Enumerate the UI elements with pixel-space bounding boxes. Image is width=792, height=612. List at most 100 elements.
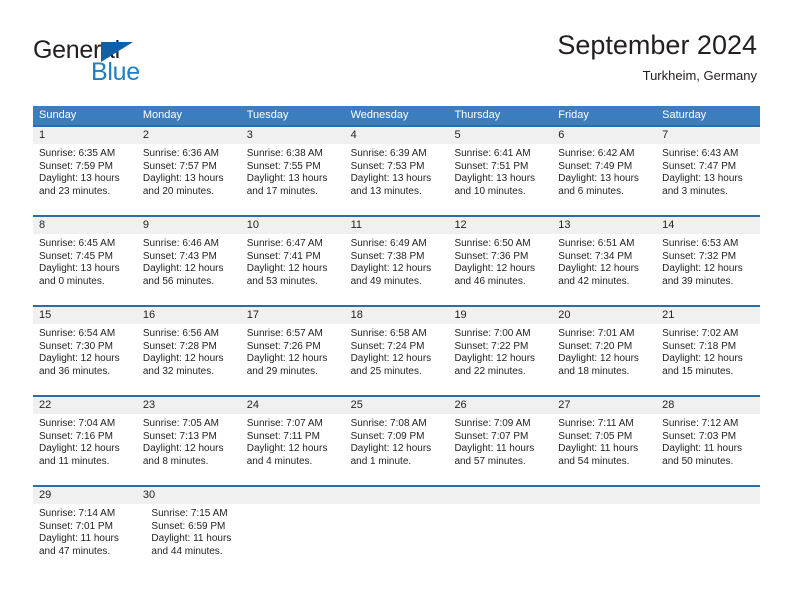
weekday-header-friday: Friday — [558, 109, 589, 121]
calendar-table: Sunday Monday Tuesday Wednesday Thursday… — [33, 106, 760, 575]
day-number[interactable]: 20 — [552, 307, 656, 324]
day-number[interactable]: 7 — [656, 127, 760, 144]
day-cell[interactable]: Sunrise: 7:09 AM Sunset: 7:07 PM Dayligh… — [448, 414, 552, 485]
sunrise-text: Sunrise: 6:54 AM — [39, 328, 116, 339]
day-number[interactable]: 5 — [448, 127, 552, 144]
daylight-text-line1: Daylight: 12 hours — [662, 263, 743, 275]
sunrise-text: Sunrise: 6:56 AM — [142, 328, 220, 339]
day-cell-empty — [660, 504, 760, 575]
week-row: 8 9 10 11 12 13 14 Sunrise: 6:45 AM Suns… — [33, 215, 760, 305]
generalblue-logo[interactable]: General Blue — [33, 36, 253, 88]
day-number[interactable]: 13 — [552, 217, 656, 234]
day-cell[interactable]: Sunrise: 6:53 AM Sunset: 7:32 PM Dayligh… — [656, 234, 760, 305]
week-row: 22 23 24 25 26 27 28 Sunrise: 7:04 AM Su… — [33, 395, 760, 485]
day-number[interactable]: 11 — [345, 217, 449, 234]
sunset-text: Sunset: 7:51 PM — [454, 160, 529, 172]
day-number[interactable]: 1 — [33, 127, 137, 144]
daylight-text-line1: Daylight: 12 hours — [350, 353, 432, 365]
day-number[interactable]: 16 — [137, 307, 241, 324]
week-row: 15 16 17 18 19 20 21 Sunrise: 6:54 AM Su… — [33, 305, 760, 395]
day-cell[interactable]: Sunrise: 7:05 AM Sunset: 7:13 PM Dayligh… — [137, 414, 241, 485]
day-cell[interactable]: Sunrise: 6:43 AM Sunset: 7:47 PM Dayligh… — [656, 144, 760, 215]
day-cell[interactable]: Sunrise: 6:38 AM Sunset: 7:55 PM Dayligh… — [241, 144, 345, 215]
day-number[interactable]: 25 — [345, 397, 449, 414]
daylight-text-line1: Daylight: 11 hours — [558, 443, 639, 455]
day-number[interactable]: 28 — [656, 397, 760, 414]
day-number-row: 15 16 17 18 19 20 21 — [33, 307, 760, 324]
sunrise-text: Sunrise: 7:12 AM — [662, 418, 739, 429]
day-number-empty — [241, 487, 345, 504]
sunrise-text: Sunrise: 7:11 AM — [558, 418, 634, 429]
day-number[interactable]: 17 — [241, 307, 345, 324]
day-cell[interactable]: Sunrise: 7:00 AM Sunset: 7:22 PM Dayligh… — [448, 324, 552, 395]
day-cell[interactable]: Sunrise: 6:56 AM Sunset: 7:28 PM Dayligh… — [137, 324, 241, 395]
day-cell[interactable]: Sunrise: 6:58 AM Sunset: 7:24 PM Dayligh… — [345, 324, 449, 395]
day-number[interactable]: 10 — [241, 217, 345, 234]
day-number[interactable]: 8 — [33, 217, 137, 234]
sunset-text: Sunset: 7:01 PM — [39, 520, 113, 532]
day-cell[interactable]: Sunrise: 7:08 AM Sunset: 7:09 PM Dayligh… — [345, 414, 449, 485]
day-cell[interactable]: Sunrise: 6:35 AM Sunset: 7:59 PM Dayligh… — [33, 144, 137, 215]
day-number[interactable]: 2 — [137, 127, 241, 144]
sunset-text: Sunset: 7:28 PM — [142, 340, 217, 352]
day-cell[interactable]: Sunrise: 6:39 AM Sunset: 7:53 PM Dayligh… — [345, 144, 449, 215]
day-number[interactable]: 4 — [345, 127, 449, 144]
sunset-text: Sunset: 7:47 PM — [662, 160, 737, 172]
daylight-text-line1: Daylight: 12 hours — [350, 263, 432, 275]
day-cell[interactable]: Sunrise: 6:51 AM Sunset: 7:34 PM Dayligh… — [552, 234, 656, 305]
day-cell[interactable]: Sunrise: 7:07 AM Sunset: 7:11 PM Dayligh… — [241, 414, 345, 485]
day-cell[interactable]: Sunrise: 7:11 AM Sunset: 7:05 PM Dayligh… — [552, 414, 656, 485]
daylight-text-line1: Daylight: 12 hours — [246, 353, 328, 365]
day-cell-empty — [358, 504, 458, 575]
day-number[interactable]: 22 — [33, 397, 137, 414]
daylight-text-line2: and 44 minutes. — [151, 545, 223, 557]
daylight-text-line2: and 47 minutes. — [39, 545, 111, 557]
day-number[interactable]: 14 — [656, 217, 760, 234]
day-number[interactable]: 23 — [137, 397, 241, 414]
day-number[interactable]: 6 — [552, 127, 656, 144]
title-block: September 2024 Turkheim, Germany — [557, 30, 757, 83]
day-number[interactable]: 30 — [137, 487, 241, 504]
day-cell[interactable]: Sunrise: 6:36 AM Sunset: 7:57 PM Dayligh… — [137, 144, 241, 215]
day-number-row: 29 30 — [33, 487, 760, 504]
day-cell[interactable]: Sunrise: 6:57 AM Sunset: 7:26 PM Dayligh… — [241, 324, 345, 395]
sunset-text: Sunset: 7:24 PM — [350, 340, 425, 352]
daylight-text-line1: Daylight: 13 hours — [39, 263, 120, 275]
day-number[interactable]: 19 — [448, 307, 552, 324]
day-cell[interactable]: Sunrise: 6:46 AM Sunset: 7:43 PM Dayligh… — [137, 234, 241, 305]
day-cell[interactable]: Sunrise: 7:01 AM Sunset: 7:20 PM Dayligh… — [552, 324, 656, 395]
sunset-text: Sunset: 7:18 PM — [662, 340, 737, 352]
day-number[interactable]: 9 — [137, 217, 241, 234]
sunset-text: Sunset: 7:53 PM — [350, 160, 425, 172]
day-cell[interactable]: Sunrise: 7:14 AM Sunset: 7:01 PM Dayligh… — [33, 504, 145, 575]
day-number[interactable]: 27 — [552, 397, 656, 414]
sunset-text: Sunset: 7:13 PM — [142, 430, 217, 442]
day-cell[interactable]: Sunrise: 6:45 AM Sunset: 7:45 PM Dayligh… — [33, 234, 137, 305]
day-cell[interactable]: Sunrise: 7:02 AM Sunset: 7:18 PM Dayligh… — [656, 324, 760, 395]
day-cell[interactable]: Sunrise: 6:47 AM Sunset: 7:41 PM Dayligh… — [241, 234, 345, 305]
day-number[interactable]: 29 — [33, 487, 137, 504]
day-number[interactable]: 24 — [241, 397, 345, 414]
day-cell[interactable]: Sunrise: 6:54 AM Sunset: 7:30 PM Dayligh… — [33, 324, 137, 395]
day-cell[interactable]: Sunrise: 6:41 AM Sunset: 7:51 PM Dayligh… — [448, 144, 552, 215]
sunset-text: Sunset: 7:41 PM — [246, 250, 321, 262]
sunrise-text: Sunrise: 7:01 AM — [558, 328, 635, 339]
day-number[interactable]: 12 — [448, 217, 552, 234]
day-number[interactable]: 18 — [345, 307, 449, 324]
day-number[interactable]: 15 — [33, 307, 137, 324]
day-cell[interactable]: Sunrise: 6:49 AM Sunset: 7:38 PM Dayligh… — [345, 234, 449, 305]
day-cell[interactable]: Sunrise: 6:50 AM Sunset: 7:36 PM Dayligh… — [448, 234, 552, 305]
sunset-text: Sunset: 7:38 PM — [350, 250, 425, 262]
day-number[interactable]: 21 — [656, 307, 760, 324]
daylight-text-line1: Daylight: 12 hours — [142, 353, 224, 365]
day-number[interactable]: 3 — [241, 127, 345, 144]
day-cell-empty — [459, 504, 559, 575]
day-cell[interactable]: Sunrise: 7:12 AM Sunset: 7:03 PM Dayligh… — [656, 414, 760, 485]
day-cell[interactable]: Sunrise: 7:04 AM Sunset: 7:16 PM Dayligh… — [33, 414, 137, 485]
day-cell-empty — [258, 504, 358, 575]
day-cell[interactable]: Sunrise: 6:42 AM Sunset: 7:49 PM Dayligh… — [552, 144, 656, 215]
daylight-text-line2: and 32 minutes. — [142, 365, 215, 377]
daylight-text-line1: Daylight: 12 hours — [39, 353, 120, 365]
day-number[interactable]: 26 — [448, 397, 552, 414]
day-cell[interactable]: Sunrise: 7:15 AM Sunset: 6:59 PM Dayligh… — [145, 504, 257, 575]
